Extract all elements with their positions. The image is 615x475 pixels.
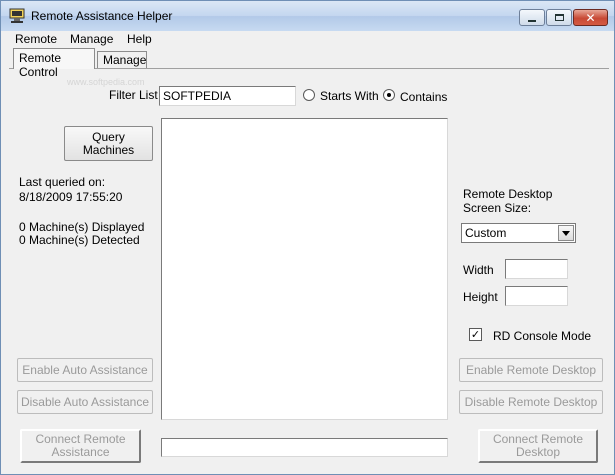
- tab-manage[interactable]: Manage: [97, 51, 147, 68]
- tab-remote-control[interactable]: Remote Control: [13, 48, 95, 79]
- contains-label[interactable]: Contains: [400, 90, 447, 104]
- enable-remote-desktop-button[interactable]: Enable Remote Desktop: [459, 358, 603, 382]
- connect-remote-assistance-button[interactable]: Connect Remote Assistance: [20, 429, 141, 463]
- maximize-button[interactable]: [546, 9, 572, 26]
- check-icon: ✓: [470, 328, 481, 341]
- maximize-icon: [554, 14, 564, 21]
- machine-list[interactable]: [161, 118, 448, 420]
- width-label: Width: [463, 263, 494, 277]
- app-icon: [9, 8, 25, 23]
- menu-bar: Remote Manage Help: [1, 31, 614, 48]
- console-mode-label[interactable]: RD Console Mode: [493, 329, 591, 343]
- enable-auto-assistance-button[interactable]: Enable Auto Assistance: [17, 358, 153, 382]
- screen-size-value: Custom: [465, 226, 507, 240]
- close-button[interactable]: ✕: [573, 9, 608, 26]
- last-queried-label: Last queried on:: [19, 175, 106, 189]
- tab-panel-border: [9, 68, 609, 69]
- machines-displayed: 0 Machine(s) Displayed: [19, 220, 145, 234]
- screen-size-label: Remote Desktop Screen Size:: [463, 187, 553, 215]
- minimize-button[interactable]: [519, 9, 545, 26]
- radio-selected-dot: [387, 93, 391, 97]
- dropdown-button[interactable]: [558, 225, 574, 241]
- filter-input[interactable]: SOFTPEDIA: [159, 86, 296, 106]
- menu-remote[interactable]: Remote: [15, 32, 57, 46]
- filter-label: Filter List: [109, 88, 158, 102]
- disable-auto-assistance-button[interactable]: Disable Auto Assistance: [17, 390, 153, 414]
- title-bar[interactable]: Remote Assistance Helper ✕: [1, 1, 614, 31]
- console-mode-checkbox[interactable]: ✓: [469, 328, 482, 341]
- window-title: Remote Assistance Helper: [31, 9, 173, 23]
- app-window: Remote Assistance Helper ✕ Remote Manage…: [0, 0, 615, 475]
- disable-remote-desktop-button[interactable]: Disable Remote Desktop: [459, 390, 603, 414]
- last-queried-value: 8/18/2009 17:55:20: [19, 190, 123, 204]
- height-input[interactable]: [505, 286, 568, 306]
- starts-with-label[interactable]: Starts With: [320, 89, 379, 103]
- status-field: [161, 438, 448, 457]
- screen-size-select[interactable]: Custom: [461, 223, 576, 243]
- machines-detected: 0 Machine(s) Detected: [19, 233, 140, 247]
- close-icon: ✕: [585, 10, 596, 25]
- menu-help[interactable]: Help: [127, 32, 152, 46]
- query-machines-button[interactable]: Query Machines: [64, 126, 153, 161]
- minimize-icon: [528, 19, 536, 22]
- menu-manage[interactable]: Manage: [70, 32, 113, 46]
- starts-with-radio[interactable]: [303, 89, 315, 101]
- contains-radio[interactable]: [383, 89, 395, 101]
- chevron-down-icon: [562, 230, 570, 236]
- connect-remote-desktop-button[interactable]: Connect Remote Desktop: [478, 429, 598, 463]
- width-input[interactable]: [505, 259, 568, 279]
- height-label: Height: [463, 290, 498, 304]
- watermark: www.softpedia.com: [67, 77, 145, 87]
